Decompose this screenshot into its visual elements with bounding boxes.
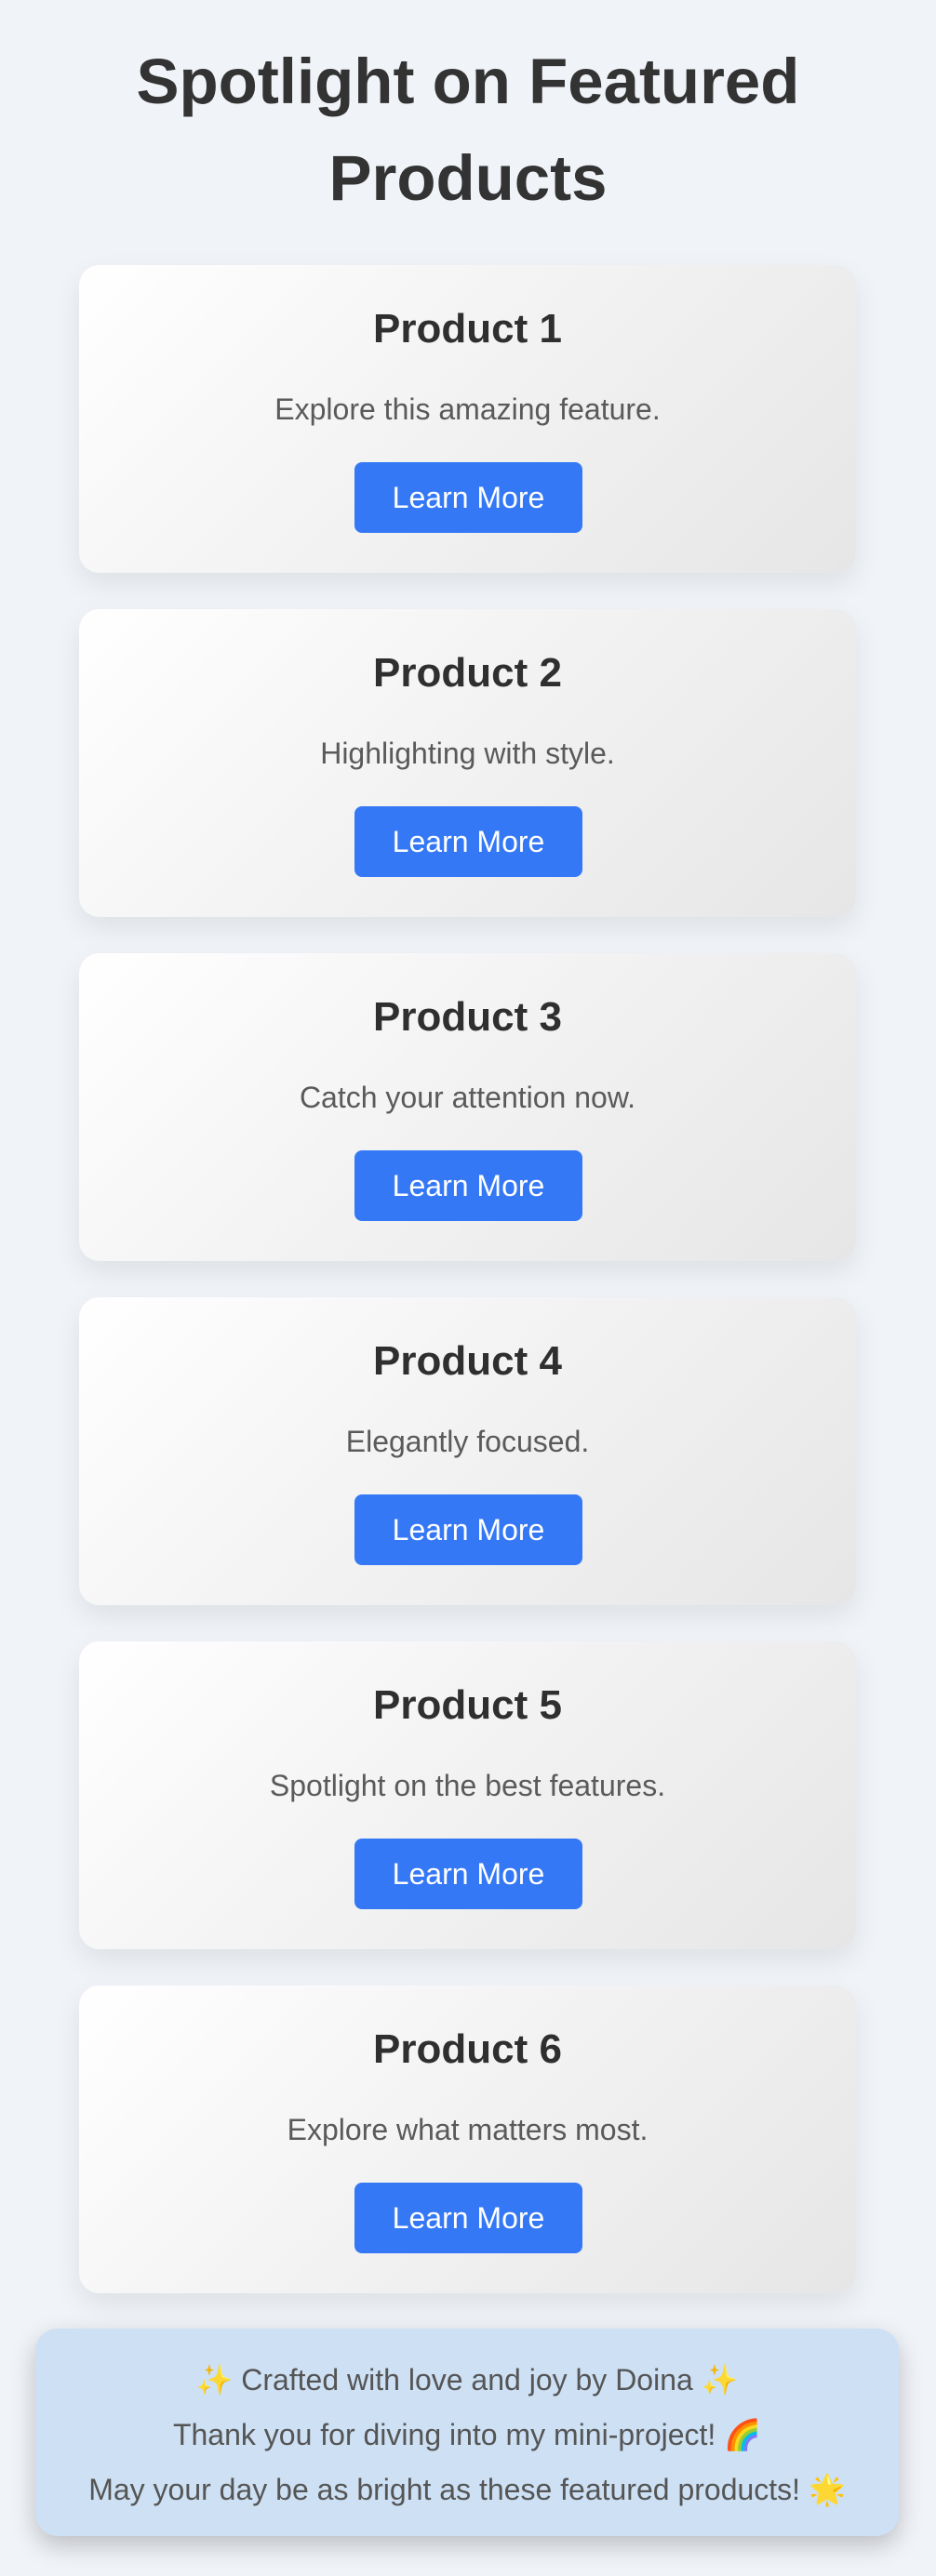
learn-more-button[interactable]: Learn More: [354, 1839, 582, 1909]
product-card: Product 3 Catch your attention now. Lear…: [79, 953, 856, 1261]
learn-more-button[interactable]: Learn More: [354, 462, 582, 533]
product-title: Product 4: [373, 1338, 562, 1384]
page-title: Spotlight on Featured Products: [136, 46, 800, 214]
product-card: Product 5 Spotlight on the best features…: [79, 1641, 856, 1949]
footer-thanks-text: Thank you for diving into my mini-projec…: [172, 2418, 762, 2451]
learn-more-button[interactable]: Learn More: [354, 1494, 582, 1565]
learn-more-button[interactable]: Learn More: [354, 806, 582, 877]
learn-more-button[interactable]: Learn More: [354, 2183, 582, 2253]
product-card: Product 1 Explore this amazing feature. …: [79, 265, 856, 573]
product-card: Product 6 Explore what matters most. Lea…: [79, 1985, 856, 2293]
product-title: Product 6: [373, 2026, 562, 2072]
footer-wish-text: May your day be as bright as these featu…: [88, 2473, 846, 2506]
product-card: Product 4 Elegantly focused. Learn More: [79, 1297, 856, 1605]
product-title: Product 1: [373, 306, 562, 352]
learn-more-button[interactable]: Learn More: [354, 1150, 582, 1221]
footer-credit-text: ✨ Crafted with love and joy by Doina ✨: [195, 2363, 739, 2397]
product-description: Catch your attention now.: [299, 1081, 636, 1114]
product-description: Explore this amazing feature.: [274, 392, 661, 426]
product-title: Product 2: [373, 650, 562, 696]
product-description: Explore what matters most.: [287, 2113, 649, 2146]
product-description: Spotlight on the best features.: [269, 1769, 666, 1802]
product-description: Highlighting with style.: [320, 737, 615, 770]
product-list: Product 1 Explore this amazing feature. …: [79, 265, 856, 2330]
product-title: Product 5: [373, 1682, 562, 1728]
product-title: Product 3: [373, 994, 562, 1040]
product-card: Product 2 Highlighting with style. Learn…: [79, 609, 856, 917]
product-description: Elegantly focused.: [345, 1425, 590, 1458]
footer: ✨ Crafted with love and joy by Doina ✨ T…: [35, 2329, 899, 2536]
